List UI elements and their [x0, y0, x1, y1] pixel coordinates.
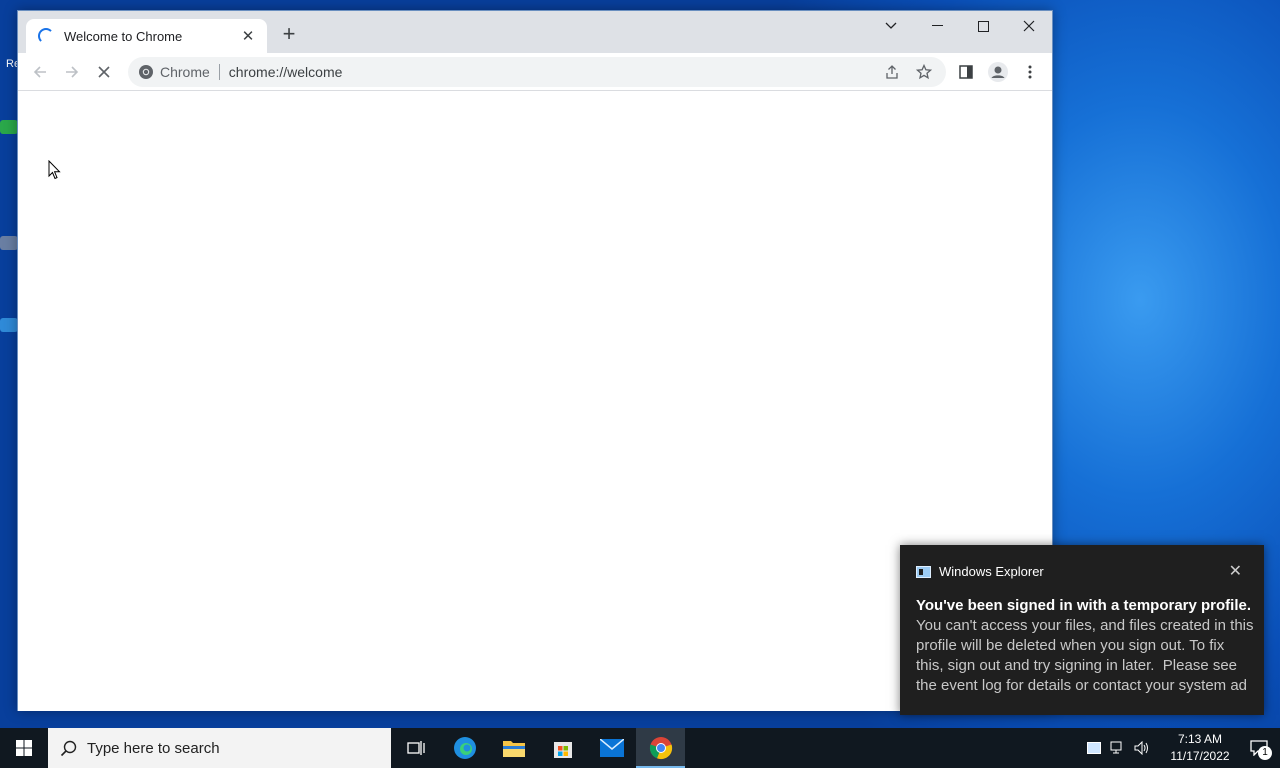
page-content[interactable] — [18, 91, 1052, 711]
chrome-window: Welcome to Chrome ✕ + Chrome chrome://we… — [17, 10, 1053, 711]
notification-header: Windows Explorer — [916, 564, 1044, 579]
stop-loading-button[interactable] — [90, 58, 118, 86]
maximize-button[interactable] — [960, 11, 1006, 41]
notification-toast[interactable]: Windows Explorer ✕ You've been signed in… — [900, 545, 1264, 715]
taskbar-chrome[interactable] — [636, 728, 685, 768]
store-icon — [553, 742, 572, 758]
taskbar-mail[interactable] — [587, 728, 636, 768]
mail-icon — [599, 739, 624, 757]
desktop-icon-fragment[interactable] — [0, 120, 18, 150]
toolbar: Chrome chrome://welcome — [18, 53, 1052, 91]
tab-close-icon[interactable]: ✕ — [239, 27, 257, 45]
start-button[interactable] — [0, 728, 48, 768]
clock-time: 7:13 AM — [1177, 732, 1223, 746]
tab-title: Welcome to Chrome — [64, 28, 183, 44]
new-tab-button[interactable]: + — [277, 23, 301, 47]
loading-spinner-icon — [38, 28, 54, 44]
edge-icon — [453, 737, 476, 759]
system-tray: 7:13 AM 11/17/2022 1 — [1082, 728, 1280, 768]
more-vert-icon — [1028, 65, 1032, 79]
maximize-icon — [977, 20, 989, 32]
speaker-icon — [1134, 741, 1148, 755]
desktop-icons-partial: Re — [6, 58, 21, 70]
taskbar-store[interactable] — [538, 728, 587, 768]
tray-app-button[interactable] — [1082, 728, 1106, 768]
search-icon — [60, 740, 77, 756]
network-button[interactable] — [1106, 728, 1130, 768]
action-center-button[interactable]: 1 — [1238, 728, 1280, 768]
taskbar-file-explorer[interactable] — [489, 728, 538, 768]
site-chip-label: Chrome — [160, 64, 210, 80]
avatar-icon — [988, 62, 1008, 82]
side-panel-icon — [959, 65, 973, 79]
network-icon — [1110, 741, 1122, 754]
bookmark-button[interactable] — [912, 60, 936, 84]
clock[interactable]: 7:13 AM 11/17/2022 — [1162, 731, 1238, 765]
notification-close-icon[interactable]: ✕ — [1229, 561, 1242, 581]
star-icon — [916, 64, 932, 80]
chrome-logo-icon — [139, 65, 153, 79]
chevron-down-icon — [885, 22, 897, 29]
task-view-icon — [406, 741, 425, 755]
mouse-cursor-icon — [48, 160, 61, 180]
stop-icon — [98, 66, 110, 78]
omnibox-separator — [218, 64, 220, 80]
volume-button[interactable] — [1130, 728, 1154, 768]
title-bar: Welcome to Chrome ✕ + — [18, 11, 1052, 53]
share-button[interactable] — [880, 60, 904, 84]
windows-logo-icon — [16, 740, 32, 756]
tab-welcome[interactable]: Welcome to Chrome ✕ — [26, 19, 267, 53]
minimize-button[interactable] — [914, 11, 960, 41]
url-text[interactable]: chrome://welcome — [229, 64, 343, 80]
windows-explorer-icon — [916, 565, 931, 578]
clock-date: 11/17/2022 — [1170, 749, 1230, 763]
share-icon — [886, 65, 898, 79]
close-window-button[interactable] — [1006, 11, 1052, 41]
search-placeholder: Type here to search — [87, 739, 220, 757]
forward-button[interactable] — [58, 58, 86, 86]
arrow-left-icon — [33, 66, 46, 78]
minimize-icon — [931, 25, 943, 26]
menu-button[interactable] — [1016, 58, 1044, 86]
desktop-icon-fragment[interactable] — [0, 236, 18, 266]
notification-count-badge: 1 — [1258, 746, 1272, 760]
taskbar: Type here to search 7:13 AM 11/17/2022 1 — [0, 728, 1280, 768]
desktop-icon-fragment[interactable] — [0, 318, 18, 348]
tab-search-button[interactable] — [868, 11, 914, 41]
taskbar-search-box[interactable]: Type here to search — [48, 728, 391, 768]
profile-button[interactable] — [984, 58, 1012, 86]
folder-icon — [502, 741, 525, 757]
back-button[interactable] — [26, 58, 54, 86]
close-icon — [1023, 20, 1035, 32]
tray-app-icon — [1087, 742, 1101, 754]
notification-body: You can't access your files, and files c… — [916, 617, 1254, 694]
address-bar[interactable]: Chrome chrome://welcome — [128, 57, 946, 87]
side-panel-button[interactable] — [952, 58, 980, 86]
notification-app-name: Windows Explorer — [939, 564, 1044, 579]
chrome-icon — [649, 737, 672, 760]
taskbar-edge[interactable] — [440, 728, 489, 768]
arrow-right-icon — [66, 66, 79, 78]
task-view-button[interactable] — [391, 728, 440, 768]
notification-title: You've been signed in with a temporary p… — [916, 597, 1252, 614]
